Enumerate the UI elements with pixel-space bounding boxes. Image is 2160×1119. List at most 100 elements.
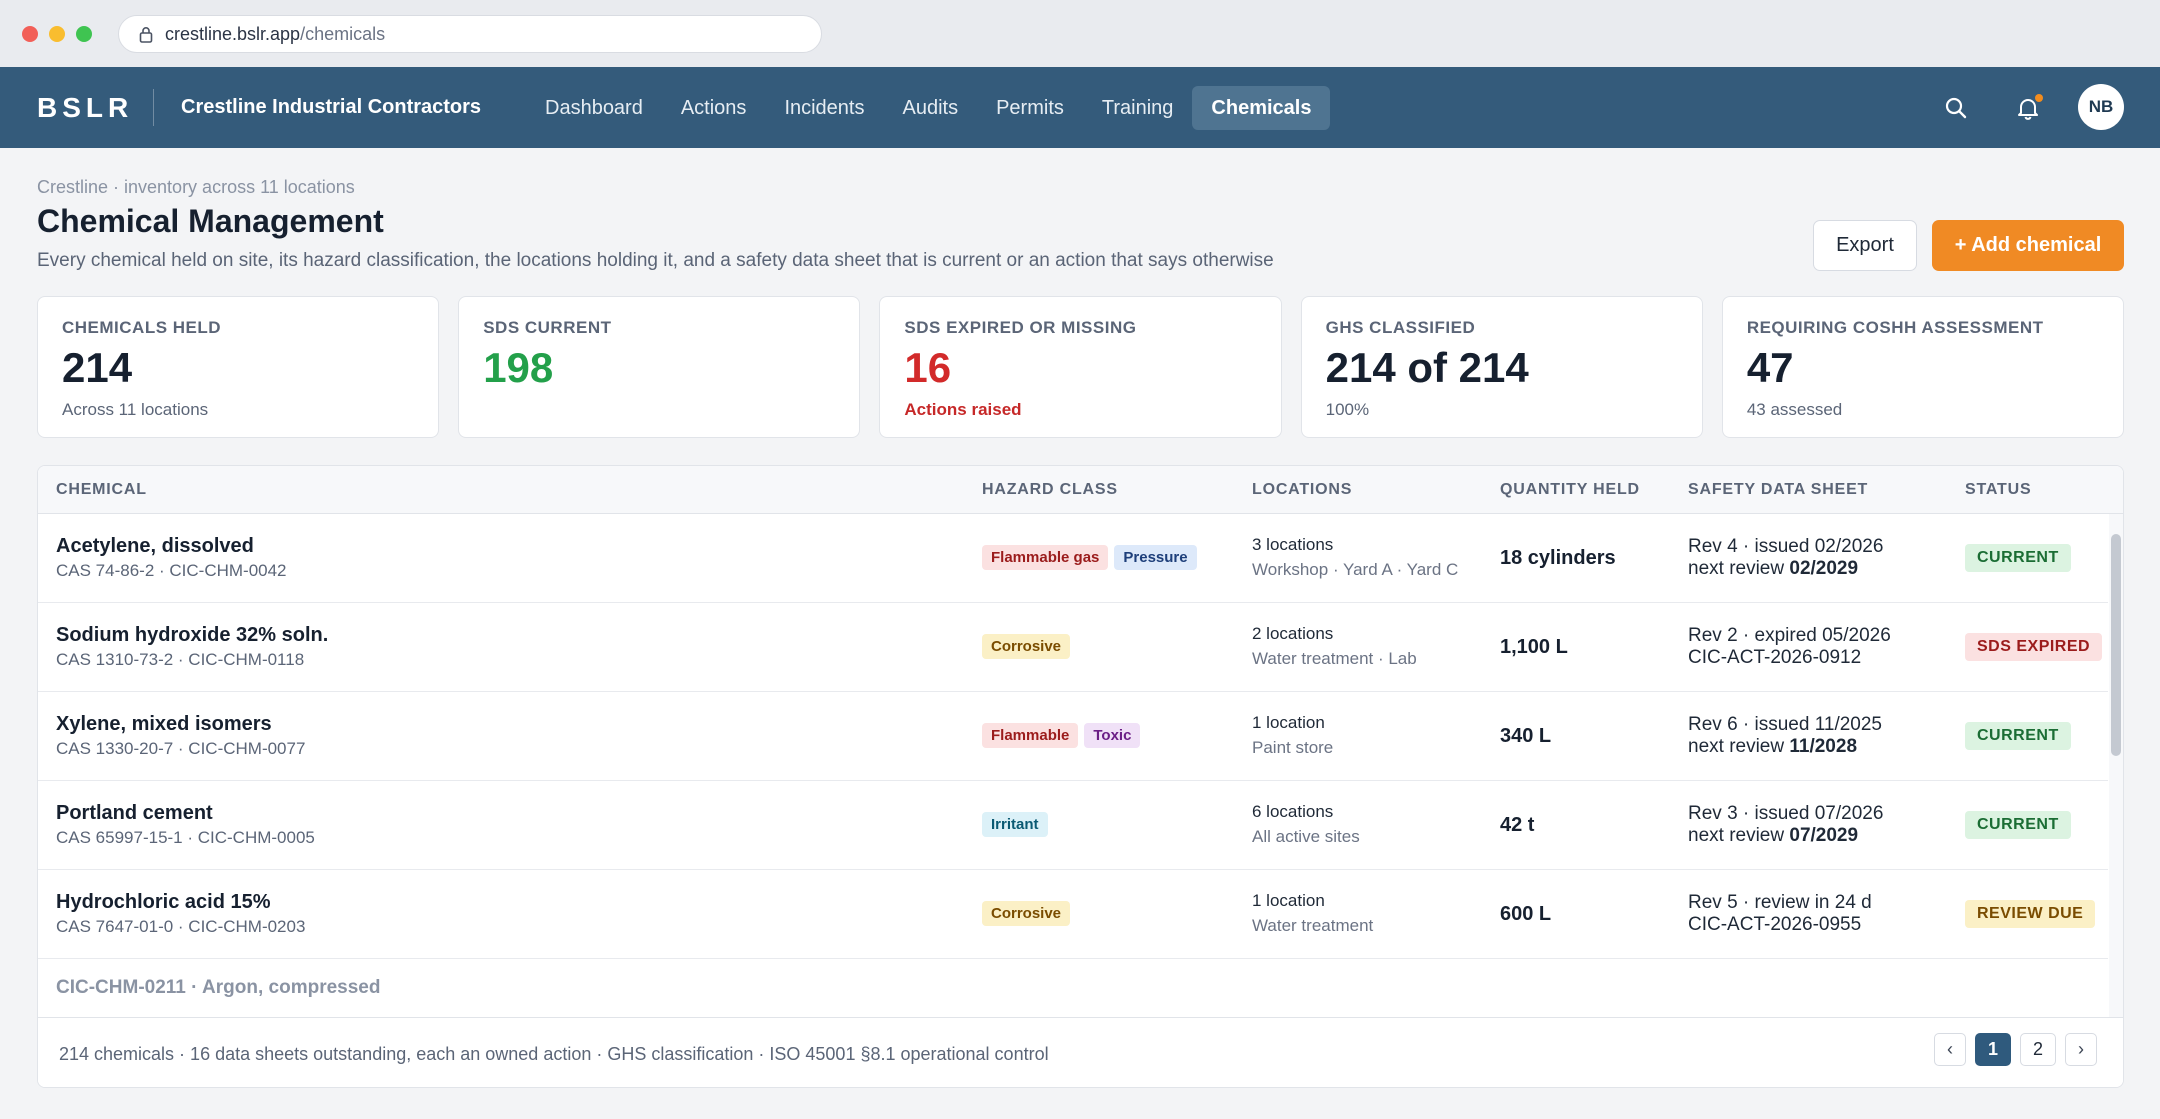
hazard-chips: Irritant [982,812,1048,837]
chemical-name[interactable]: Sodium hydroxide 32% soln. [56,624,328,647]
stat-card: CHEMICALS HELD 214 Across 11 locations [37,296,440,438]
address-bar[interactable]: crestline.bslr.app/chemicals [118,15,822,53]
tab-chemicals[interactable]: Chemicals [1192,86,1331,130]
export-button[interactable]: Export [1813,220,1917,271]
stat-value: 214 [62,344,133,391]
sds-detail: CIC-ACT-2026-0955 [1688,914,1861,936]
hazard-badge: Pressure [1114,545,1197,570]
table-row[interactable]: Portland cement CAS 65997-15-1 · CIC-CHM-… [38,781,2108,870]
hazard-chips: Corrosive [982,634,1071,659]
stat-label: GHS CLASSIFIED [1325,318,1476,337]
quantity-held: 600 L [1500,903,1552,925]
location-count: 1 location [1252,891,1325,910]
page-1-button[interactable]: 1 [1975,1033,2011,1066]
stat-value: 47 [1746,344,1794,391]
table-header: CHEMICAL HAZARD CLASS LOCATIONS QUANTITY… [38,466,2123,514]
chemical-name[interactable]: Acetylene, dissolved [56,535,254,558]
col-quantity[interactable]: QUANTITY HELD [1500,481,1640,499]
sds-detail-text: next review [1688,736,1790,757]
location-list: Paint store [1252,738,1334,757]
window-minimize-button[interactable] [49,26,65,42]
chemicals-table: CHEMICAL HAZARD CLASS LOCATIONS QUANTITY… [37,465,2124,1088]
url-host: crestline.bslr.app [165,23,301,44]
sds-detail: CIC-ACT-2026-0912 [1688,647,1861,669]
tab-permits[interactable]: Permits [977,86,1083,130]
tab-dashboard[interactable]: Dashboard [526,86,662,130]
col-locations[interactable]: LOCATIONS [1252,481,1352,499]
status-badge: REVIEW DUE [1965,900,2096,928]
stat-label: REQUIRING COSHH ASSESSMENT [1746,318,2044,337]
chemical-cas: CAS 74-86-2 · CIC-CHM-0042 [56,561,287,580]
location-list: All active sites [1252,827,1360,846]
sds-revision: Rev 5 · review in 24 d [1688,892,1872,913]
pagination: ‹ 1 2 › [1934,1033,2097,1066]
stat-value: 16 [904,344,952,391]
status-badge: CURRENT [1965,544,2071,572]
sds-detail: next review 07/2029 [1688,825,1858,847]
tab-audits[interactable]: Audits [884,86,978,130]
stat-sub: Actions raised [904,400,1022,419]
window-close-button[interactable] [22,26,38,42]
stat-sub: Across 11 locations [62,400,209,419]
quantity-held: 1,100 L [1500,636,1568,658]
page-title: Chemical Management [37,203,384,239]
table-footer: 214 chemicals · 16 data sheets outstandi… [38,1017,2123,1087]
stat-sub: 43 assessed [1746,400,1843,419]
col-chemical[interactable]: CHEMICAL [56,481,147,499]
notification-dot [2035,94,2043,102]
hazard-badge: Irritant [982,812,1048,837]
table-row[interactable]: Acetylene, dissolved CAS 74-86-2 · CIC-CH… [38,514,2108,603]
app-nav: BSLR Crestline Industrial Contractors Da… [0,67,2160,148]
stat-sub: 100% [1325,400,1370,419]
chemical-name[interactable]: Hydrochloric acid 15% [56,891,271,914]
nav-tabs: Dashboard Actions Incidents Audits Permits Tr… [526,86,1331,130]
stat-label: SDS CURRENT [483,318,612,337]
sds-detail-text: next review [1688,825,1790,846]
sds-detail-text: next review [1688,558,1790,579]
nav-divider [153,89,154,126]
next-page-button[interactable]: › [2065,1033,2097,1066]
chemical-cas: CAS 1310-73-2 · CIC-CHM-0118 [56,650,305,669]
page-content: Crestline · inventory across 11 location… [0,148,2160,1119]
col-hazard-class[interactable]: HAZARD CLASS [982,481,1118,499]
hazard-badge: Corrosive [982,901,1071,926]
hazard-badge: Toxic [1084,723,1141,748]
location-list: Water treatment [1252,916,1374,935]
tab-actions[interactable]: Actions [662,86,766,130]
hazard-badge: Corrosive [982,634,1071,659]
stat-value: 214 of 214 [1325,344,1529,391]
page-2-button[interactable]: 2 [2020,1033,2056,1066]
window-maximize-button[interactable] [76,26,92,42]
hazard-chips: Flammable Toxic [982,723,1141,748]
scrollbar-thumb[interactable] [2111,534,2121,756]
location-count: 3 locations [1252,535,1334,554]
tab-training[interactable]: Training [1083,86,1193,130]
sds-detail-text: CIC-ACT-2026-0912 [1688,647,1862,668]
col-sds[interactable]: SAFETY DATA SHEET [1688,481,1868,499]
chemical-name[interactable]: CIC-CHM-0211 · Argon, compressed [56,977,380,999]
app-logo[interactable]: BSLR [37,92,133,124]
table-row[interactable]: CIC-CHM-0211 · Argon, compressed [38,959,2108,1017]
search-icon[interactable] [1943,95,1969,121]
sds-detail: next review 11/2028 [1688,736,1857,758]
user-avatar[interactable]: NB [2078,84,2124,130]
hazard-badge: Flammable gas [982,545,1109,570]
quantity-held: 42 t [1500,814,1535,836]
browser-chrome: crestline.bslr.app/chemicals [0,0,2160,67]
add-chemical-button[interactable]: + Add chemical [1932,220,2124,271]
stat-card: REQUIRING COSHH ASSESSMENT 47 43 assessed [1721,296,2125,438]
location-count: 6 locations [1252,802,1334,821]
table-row[interactable]: Xylene, mixed isomers CAS 1330-20-7 · CIC… [38,692,2108,781]
table-row[interactable]: Sodium hydroxide 32% soln. CAS 1310-73-2 … [38,603,2108,692]
chemical-name[interactable]: Xylene, mixed isomers [56,713,272,736]
col-status[interactable]: STATUS [1965,481,2031,499]
table-row[interactable]: Hydrochloric acid 15% CAS 7647-01-0 · CIC… [38,870,2108,959]
status-badge: CURRENT [1965,722,2071,750]
breadcrumb: Crestline · inventory across 11 location… [37,177,355,197]
prev-page-button[interactable]: ‹ [1934,1033,1966,1066]
location-count: 2 locations [1252,624,1334,643]
sds-detail: next review 02/2029 [1688,558,1858,580]
hazard-badge: Flammable [982,723,1079,748]
tab-incidents[interactable]: Incidents [765,86,883,130]
chemical-name[interactable]: Portland cement [56,802,213,825]
